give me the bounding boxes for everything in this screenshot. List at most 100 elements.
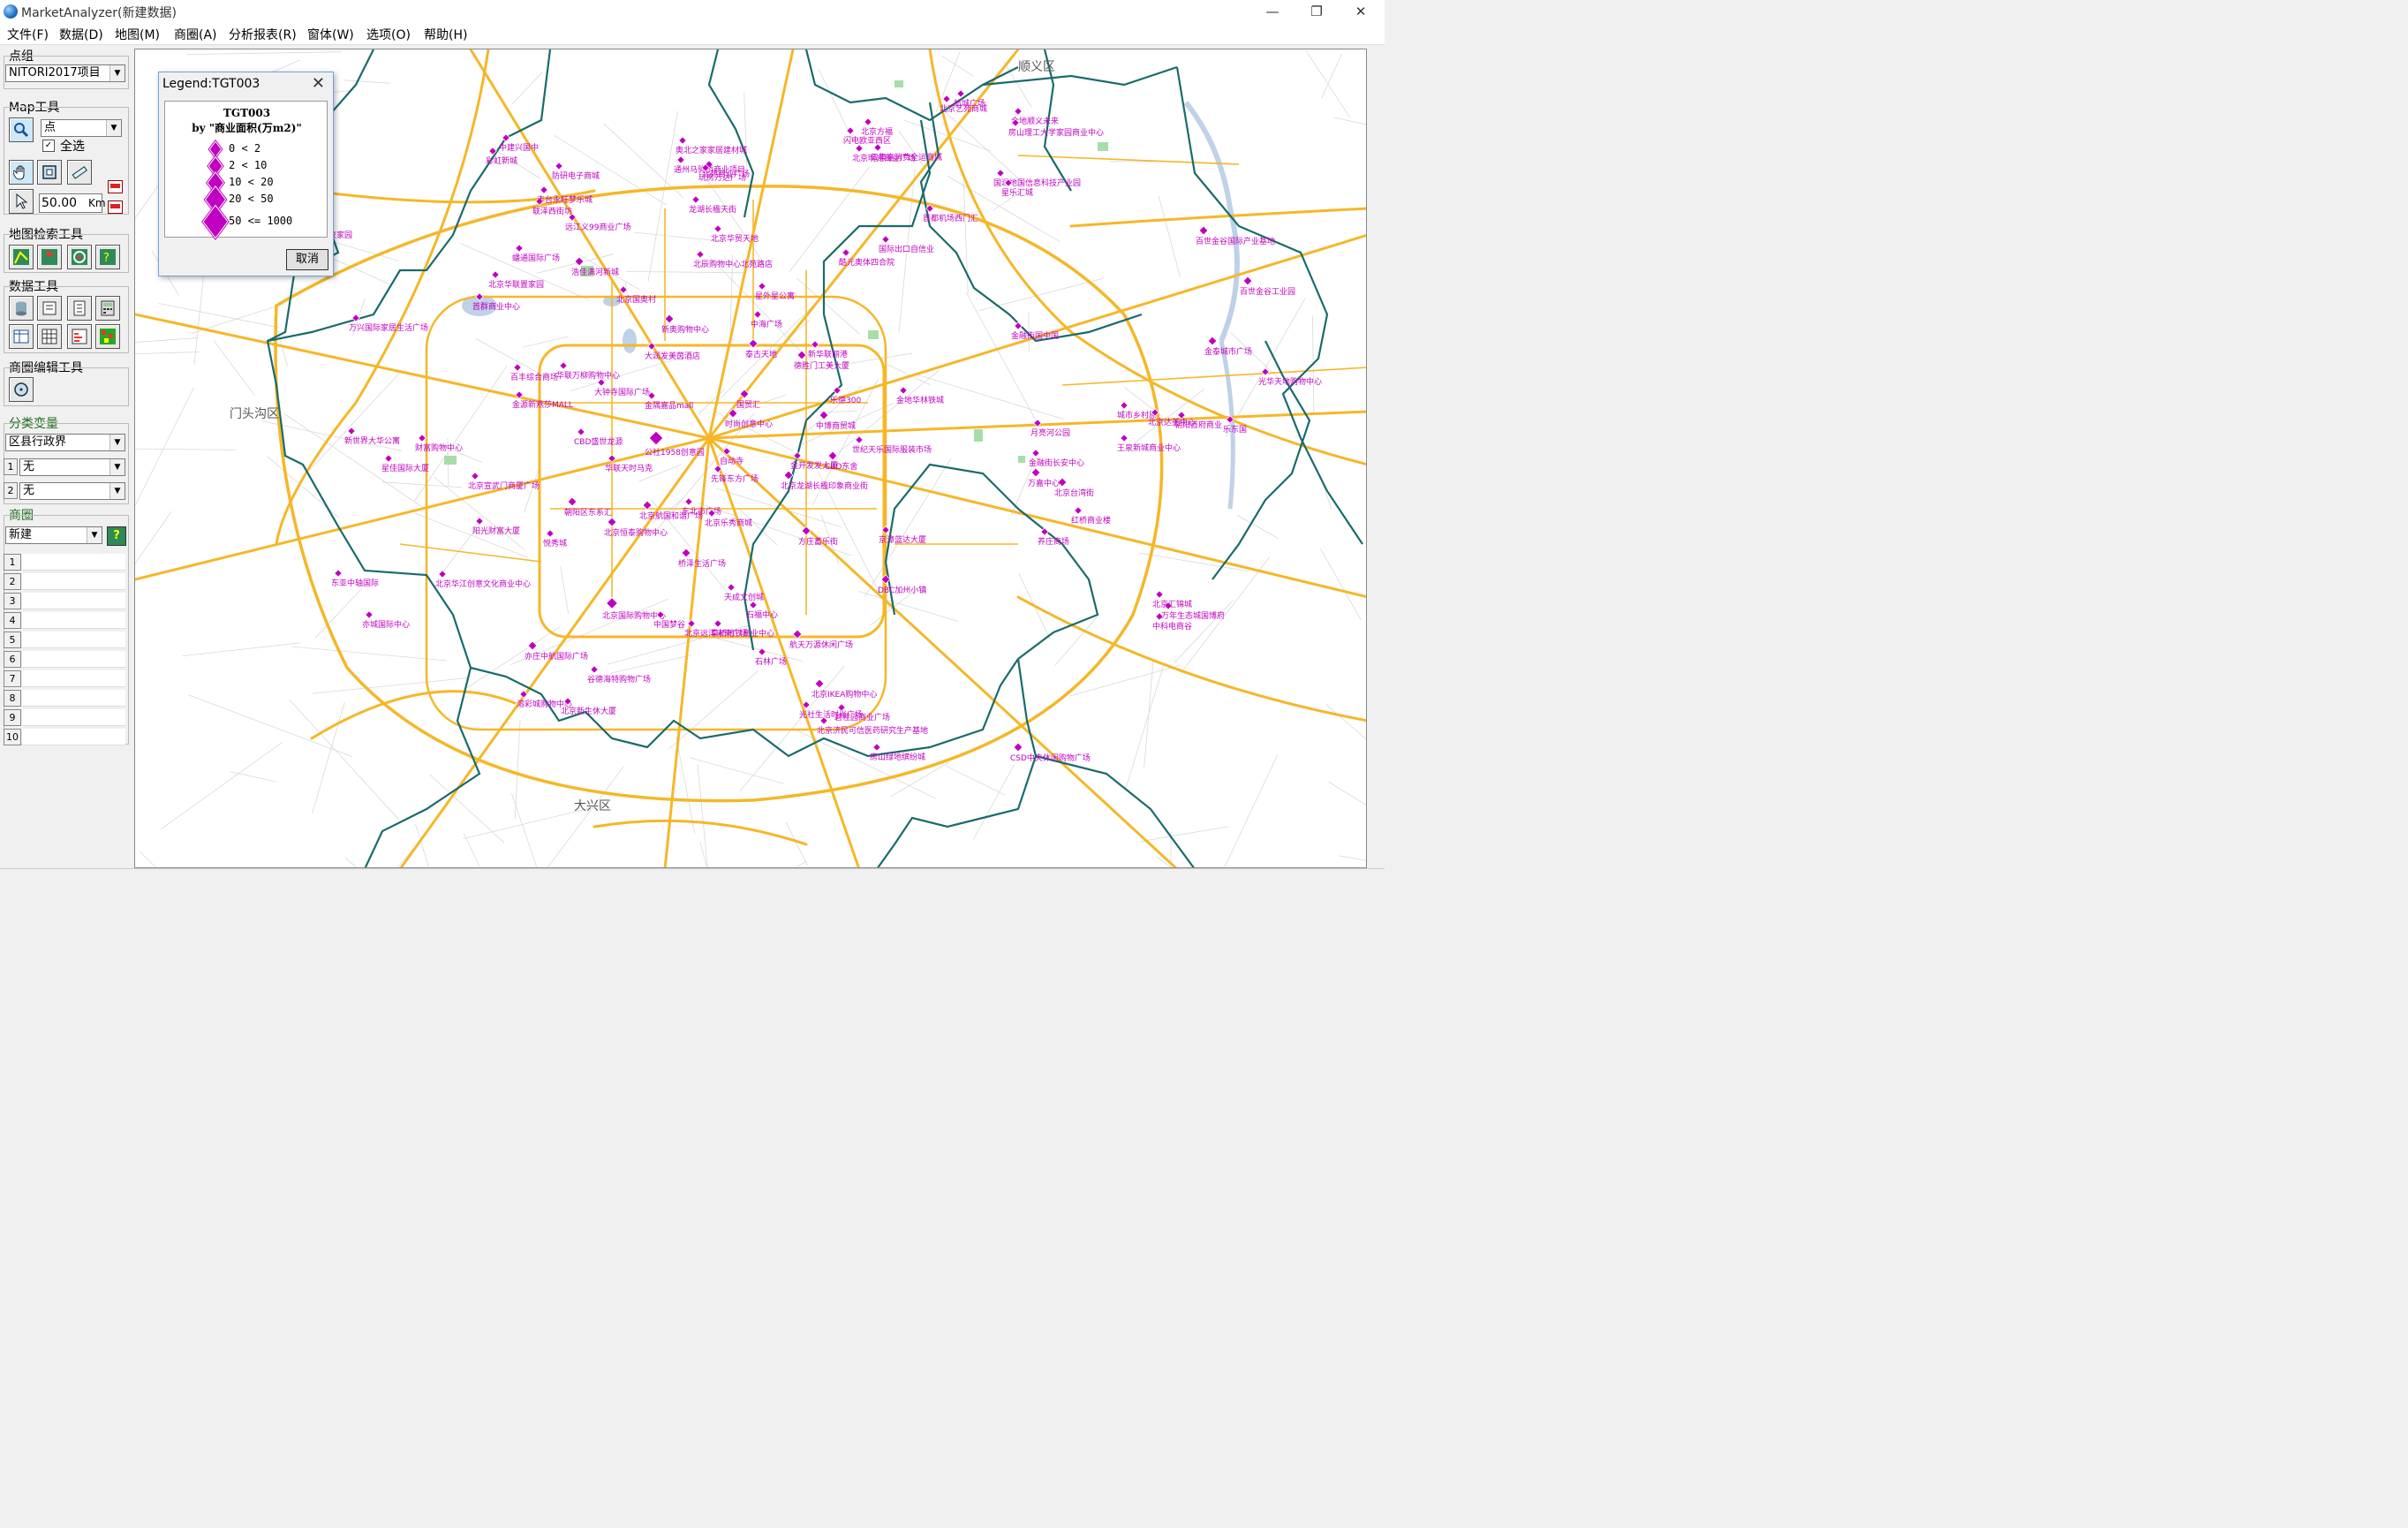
- chart-button[interactable]: [67, 324, 92, 349]
- menu-window[interactable]: 窗体(W): [307, 26, 354, 43]
- trade-area-row[interactable]: [22, 554, 125, 571]
- chevron-down-icon: ▼: [106, 120, 121, 136]
- poi-label: 新世界大华公寓: [344, 435, 400, 446]
- menu-report[interactable]: 分析报表(R): [229, 26, 297, 43]
- trade-area-row[interactable]: [22, 729, 125, 745]
- trade-area-row-index[interactable]: 3: [4, 593, 21, 609]
- poi-label: 北京明光商业广场: [852, 153, 916, 163]
- trade-area-row-index[interactable]: 2: [4, 573, 21, 590]
- poi-label: 世纪天乐国际服装市场: [852, 444, 932, 455]
- select-arrow-button[interactable]: [9, 189, 34, 214]
- calculator-icon: [101, 300, 115, 316]
- poi-label: 中海广场: [751, 319, 782, 329]
- trade-area-row[interactable]: [22, 651, 125, 668]
- poi-label: 星乐汇城: [1001, 187, 1033, 198]
- menu-data[interactable]: 数据(D): [59, 26, 103, 43]
- search-tool-2-button[interactable]: [37, 245, 62, 269]
- class-var-select[interactable]: 区县行政界 ▼: [5, 434, 125, 451]
- menu-help[interactable]: 帮助(H): [424, 26, 467, 43]
- trade-area-row[interactable]: [22, 593, 125, 609]
- var-row-2-select[interactable]: 无 ▼: [19, 482, 125, 500]
- cancel-button[interactable]: 取消: [286, 249, 328, 270]
- list-button[interactable]: [67, 296, 92, 321]
- route-search-icon: [13, 249, 29, 265]
- flag-search-icon: [42, 249, 57, 265]
- poi-label: 玩房万达广场: [698, 172, 746, 183]
- radius-up-button[interactable]: [108, 180, 123, 193]
- pan-tool-button[interactable]: [9, 160, 34, 185]
- poi-label: 百丰综合商场: [510, 372, 558, 382]
- poi-label: 乐德300: [830, 395, 861, 405]
- poi-label: 亦城国际中心: [362, 619, 410, 630]
- legend-window[interactable]: Legend:TGT003 ✕ TGT003 by "商业面积(万m2)" 0 …: [158, 72, 334, 276]
- menu-options[interactable]: 选项(O): [366, 26, 411, 43]
- zoom-tool-button[interactable]: [9, 117, 34, 142]
- poi-label: 东亚中轴国际: [331, 578, 379, 588]
- trade-area-row-index[interactable]: 10: [4, 729, 21, 745]
- mosaic-button[interactable]: [95, 324, 120, 349]
- calculator-button[interactable]: [95, 296, 120, 321]
- search-tool-1-button[interactable]: [9, 245, 34, 269]
- svg-text:?: ?: [103, 252, 109, 265]
- minimize-button[interactable]: —: [1252, 0, 1293, 23]
- trade-area-row[interactable]: [22, 709, 125, 726]
- menu-map[interactable]: 地图(M): [115, 26, 160, 43]
- poi-label: 京漳蓝达大厦: [879, 534, 926, 545]
- poi-label: 王泉新城商业中心: [1117, 443, 1181, 453]
- poi-label: 中博商贸城: [816, 420, 856, 431]
- trade-area-row[interactable]: [22, 632, 125, 648]
- menu-trade-area[interactable]: 商圈(A): [174, 26, 217, 43]
- radius-down-button[interactable]: [108, 200, 123, 214]
- trade-area-row-index[interactable]: 4: [4, 612, 21, 629]
- up-arrow-icon: [110, 184, 120, 188]
- trade-area-row[interactable]: [22, 612, 125, 629]
- trade-area-row[interactable]: [22, 670, 125, 687]
- tool-sidebar: 点组 NITORI2017项目 ▼ Map工具 点 ▼ ✓ 全选 50.00 K…: [0, 45, 132, 879]
- close-button[interactable]: ✕: [1340, 0, 1381, 23]
- restore-button[interactable]: ❐: [1296, 0, 1337, 23]
- map-scrollbar[interactable]: [1368, 49, 1385, 868]
- trade-area-select[interactable]: 新建 ▼: [5, 526, 102, 544]
- search-tool-4-button[interactable]: ?: [95, 245, 120, 269]
- radius-value: 50.00: [42, 196, 78, 210]
- legend-window-title: Legend:TGT003: [162, 77, 260, 91]
- poi-label: 新奥购物中心: [661, 324, 709, 335]
- ruler-tool-button[interactable]: [67, 160, 92, 185]
- poi-label: CSD中央休闲购物广场: [1010, 753, 1091, 763]
- poi-label: 酷元奥体四合院: [839, 257, 895, 268]
- database-button[interactable]: [9, 296, 34, 321]
- poi-label: 房山理工大学家园商业中心: [1008, 127, 1104, 138]
- poi-label: 丰台永旺梦乐城: [537, 194, 593, 205]
- trade-area-row-index[interactable]: 7: [4, 670, 21, 687]
- poi-label: 北京国际购物中心: [602, 610, 666, 621]
- layer-select[interactable]: 点 ▼: [41, 119, 122, 137]
- form-button[interactable]: [37, 296, 62, 321]
- trade-area-row[interactable]: [22, 573, 125, 590]
- help-icon[interactable]: ?: [107, 526, 126, 546]
- trade-area-row[interactable]: [22, 690, 125, 707]
- trade-area-row-index[interactable]: 1: [4, 554, 21, 571]
- legend-close-icon[interactable]: ✕: [312, 74, 325, 93]
- table-button[interactable]: [9, 324, 34, 349]
- menu-file[interactable]: 文件(F): [7, 26, 49, 43]
- full-extent-button[interactable]: [37, 160, 62, 185]
- area-edit-button[interactable]: [9, 377, 34, 402]
- poi-label: 金融街长安中心: [1029, 458, 1084, 468]
- trade-area-row-index[interactable]: 6: [4, 651, 21, 668]
- trade-area-row-index[interactable]: 8: [4, 690, 21, 707]
- point-group-select[interactable]: NITORI2017项目 ▼: [5, 64, 125, 82]
- poi-label: CBD东舍: [825, 461, 857, 472]
- poi-label: 养庄商场: [1038, 536, 1069, 547]
- search-tool-3-button[interactable]: [67, 245, 92, 269]
- trade-area-row-index[interactable]: 9: [4, 709, 21, 726]
- trade-area-row-index[interactable]: 5: [4, 632, 21, 648]
- poi-label: DBC加州小镇: [878, 585, 926, 595]
- select-all-checkbox[interactable]: ✓: [42, 140, 55, 152]
- poi-label: 桥泽生活广场: [678, 558, 726, 569]
- magnifier-icon: [14, 123, 29, 138]
- grid-button[interactable]: [37, 324, 62, 349]
- radius-unit: Km: [88, 197, 106, 209]
- var-row-1-select[interactable]: 无 ▼: [19, 458, 125, 476]
- poi-label: 大钟寺国际广场: [594, 387, 650, 397]
- poi-label: 百世金谷国际产业基地: [1196, 236, 1275, 246]
